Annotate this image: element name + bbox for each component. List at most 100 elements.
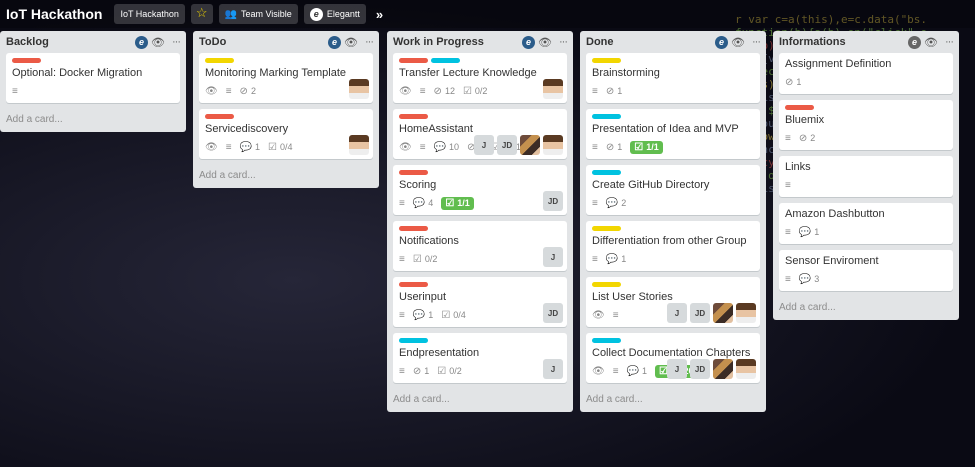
card-members: J JD [474,135,563,155]
avatar-initials[interactable]: JD [543,191,563,211]
card[interactable]: Differentiation from other Group ≡ 💬 1 [586,221,760,271]
show-more-icon[interactable]: » [372,7,387,22]
avatar-initials[interactable]: J [474,135,494,155]
attachment-count: 1 [617,142,623,152]
list-title[interactable]: Work in Progress [393,36,522,48]
elegantt-icon[interactable]: e [908,35,922,49]
attachment-count: 12 [444,86,455,96]
card[interactable]: Sensor Enviroment ≡ 💬 3 [779,250,953,291]
card[interactable]: Collect Documentation Chapters👁≡💬1☑20/20… [586,333,760,383]
list-title[interactable]: Informations [779,36,908,48]
card[interactable]: List User Stories 👁 ≡ J JD [586,277,760,327]
card-title: Bluemix [785,114,825,126]
add-card-link[interactable]: Add a card... [586,389,760,408]
card-badges: ≡ ⊘ 2 [785,131,947,145]
avatar-initials[interactable]: J [667,359,687,379]
avatar-initials[interactable]: JD [543,303,563,323]
card[interactable]: Monitoring Marking Template 👁 ≡ ⊘ 2 [199,53,373,103]
card[interactable]: Brainstorming ≡ ⊘ 1 [586,53,760,103]
checklist-count: 0/2 [474,86,488,96]
list-title[interactable]: Done [586,36,715,48]
avatar-initials[interactable]: JD [497,135,517,155]
description-icon: ≡ [785,273,791,285]
list-work-in-progress: Work in Progress e 👁 ··· Transfer Lecture Kn… [387,31,573,412]
card[interactable]: Userinput ≡ 💬 1 ☑ 0/4 JD [393,277,567,327]
card[interactable]: Presentation of Idea and MVP ≡ ⊘ 1 ☑ 1/1 [586,109,760,159]
board-header: IoT Hackathon IoT Hackathon ☆ 👥 Team Visi… [0,0,975,28]
eye-icon[interactable]: 👁 [731,36,745,49]
eye-icon[interactable]: 👁 [151,36,165,49]
comment-icon: 💬 [798,226,812,238]
eye-icon[interactable]: 👁 [924,36,938,49]
avatar[interactable] [349,79,369,99]
description-icon: ≡ [399,365,405,377]
card-label [592,58,621,63]
avatar-initials[interactable]: JD [690,359,710,379]
avatar[interactable] [349,135,369,155]
avatar-initials[interactable]: J [667,303,687,323]
elegantt-icon[interactable]: e [328,35,342,49]
card[interactable]: Amazon Dashbutton ≡ 💬 1 [779,203,953,244]
comment-icon: 💬 [626,365,639,377]
list-menu-icon[interactable]: ··· [752,36,761,48]
card[interactable]: Endpresentation ≡ ⊘ 1 ☑ 0/2 J [393,333,567,383]
avatar[interactable] [713,303,733,323]
list-title[interactable]: ToDo [199,36,328,48]
card[interactable]: Create GitHub Directory ≡ 💬 2 [586,165,760,215]
visibility-button[interactable]: 👥 Team Visible [218,4,298,24]
card[interactable]: Bluemix ≡ ⊘ 2 [779,100,953,150]
card[interactable]: Assignment Definition ⊘ 1 [779,53,953,94]
elegantt-icon[interactable]: e [522,35,536,49]
card-badges: 👁 ≡ 💬 1 ☑ 0/4 [205,140,367,154]
card-badges: ≡ [785,178,947,192]
card[interactable]: Scoring ≡ 💬 4 ☑ 1/1 JD [393,165,567,215]
comment-count: 1 [814,227,820,237]
card[interactable]: Links ≡ [779,156,953,197]
avatar[interactable] [543,135,563,155]
add-card-link[interactable]: Add a card... [779,297,953,316]
list-menu-icon[interactable]: ··· [365,36,374,48]
card[interactable]: Optional: Docker Migration ≡ [6,53,180,103]
list-title[interactable]: Backlog [6,36,135,48]
star-icon[interactable]: ☆ [190,4,213,24]
list-informations: Informations e 👁 ··· Assignment Definition ⊘ 1… [773,31,959,320]
card-title: Sensor Enviroment [785,255,879,267]
watch-icon: 👁 [205,141,218,153]
card-label [205,114,234,119]
eye-icon[interactable]: 👁 [344,36,358,49]
list-menu-icon[interactable]: ··· [559,36,568,48]
elegantt-icon[interactable]: e [135,35,149,49]
checklist-count: 0/4 [453,310,466,320]
list-menu-icon[interactable]: ··· [945,36,954,48]
avatar[interactable] [543,79,563,99]
add-card-link[interactable]: Add a card... [199,165,373,184]
card-title: Monitoring Marking Template [205,67,347,79]
avatar-initials[interactable]: JD [690,303,710,323]
avatar[interactable] [736,359,756,379]
list-done: Done e 👁 ··· Brainstorming ≡ ⊘ 1 Presentation of… [580,31,766,412]
card-badges: 👁 ≡ ⊘ 2 [205,84,367,98]
card-title: Links [785,161,811,173]
elegantt-button[interactable]: e Elegantt [303,4,366,24]
avatar[interactable] [736,303,756,323]
card[interactable]: HomeAssistant👁≡💬10⊘2☑10/17JJD [393,109,567,159]
card-labels [399,226,561,231]
card[interactable]: Notifications ≡ ☑ 0/2 J [393,221,567,271]
avatar-initials[interactable]: J [543,359,563,379]
avatar-initials[interactable]: J [543,247,563,267]
org-button[interactable]: IoT Hackathon [114,4,185,24]
card-label [12,58,41,63]
list-menu-icon[interactable]: ··· [172,36,181,48]
elegantt-icon[interactable]: e [715,35,729,49]
card[interactable]: Transfer Lecture Knowledge 👁 ≡ ⊘ 12 ☑ 0/2 [393,53,567,103]
avatar[interactable] [713,359,733,379]
comment-icon: 💬 [605,197,619,209]
add-card-link[interactable]: Add a card... [393,389,567,408]
eye-icon[interactable]: 👁 [538,36,552,49]
add-card-link[interactable]: Add a card... [6,109,180,128]
card[interactable]: Servicediscovery 👁 ≡ 💬 1 ☑ 0/4 [199,109,373,159]
list-header-icons: e 👁 ··· [522,35,568,49]
avatar[interactable] [520,135,540,155]
board-title[interactable]: IoT Hackathon [6,6,108,22]
card-members [349,135,369,155]
